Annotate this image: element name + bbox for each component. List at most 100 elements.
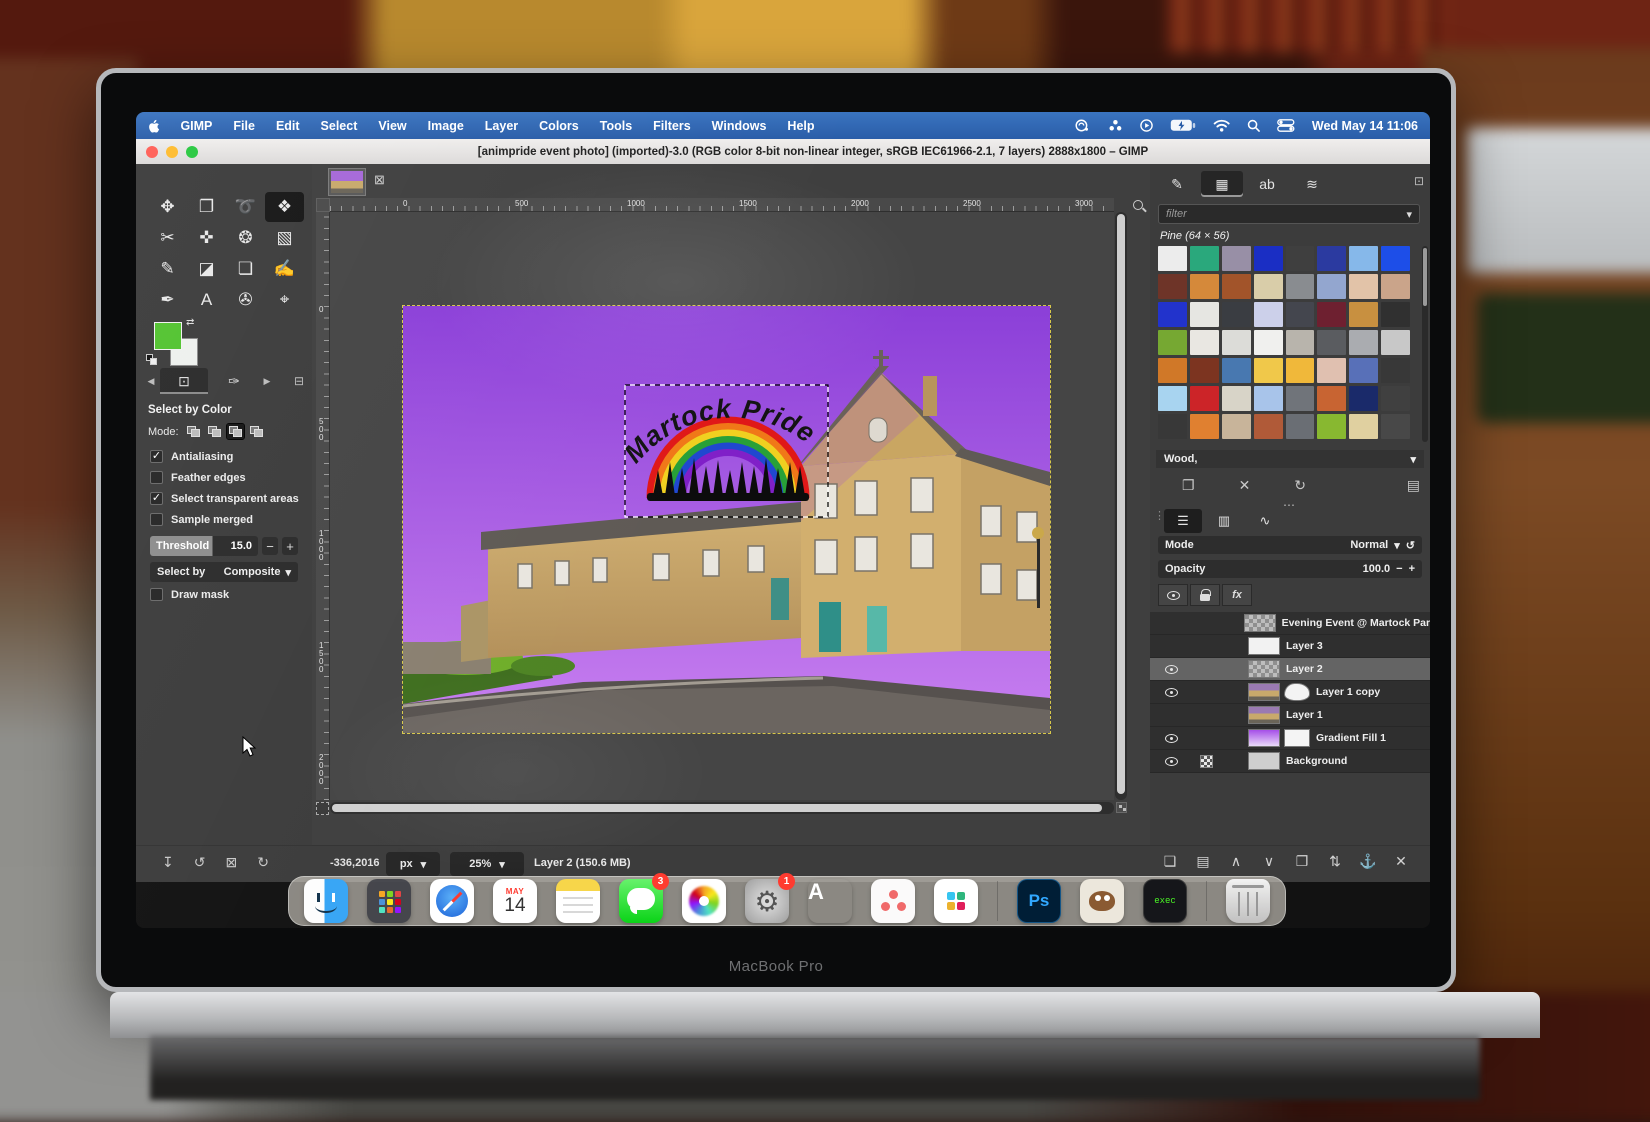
new-group-button[interactable]: ▤ — [1191, 853, 1215, 870]
pattern-swatch[interactable] — [1158, 358, 1187, 383]
pattern-swatch[interactable] — [1222, 358, 1251, 383]
pattern-swatch[interactable] — [1381, 246, 1410, 271]
delete-options-button[interactable]: ⊠ — [225, 854, 237, 871]
layer-visibility-toggle[interactable] — [1156, 665, 1186, 674]
refresh-pattern-button[interactable]: ↻ — [1294, 477, 1306, 494]
pattern-swatch[interactable] — [1286, 414, 1315, 439]
tab-tool-options[interactable]: ⊡ — [160, 368, 208, 394]
selection-mode-add[interactable] — [206, 424, 223, 439]
layer-row[interactable]: Layer 1 — [1150, 704, 1430, 727]
bucket-fill-tool[interactable]: ❂ — [226, 223, 265, 253]
menu-item-tools[interactable]: Tools — [600, 119, 632, 133]
zoom-tool[interactable]: ⌖ — [265, 285, 304, 315]
pattern-swatch[interactable] — [1317, 246, 1346, 271]
crop-tool[interactable]: ✂ — [148, 223, 187, 253]
rectangle-select-tool[interactable]: ❐ — [187, 192, 226, 222]
pattern-swatch[interactable] — [1381, 274, 1410, 299]
text-tool[interactable]: A — [187, 285, 226, 315]
swap-colors-icon[interactable]: ⇄ — [186, 317, 194, 328]
pattern-swatch[interactable] — [1349, 358, 1378, 383]
checkbox-box[interactable] — [150, 513, 163, 526]
pattern-swatch[interactable] — [1190, 302, 1219, 327]
layer-visibility-toggle[interactable] — [1156, 734, 1186, 743]
pattern-swatch[interactable] — [1286, 246, 1315, 271]
minimize-window-button[interactable] — [166, 146, 178, 158]
pattern-swatch[interactable] — [1349, 302, 1378, 327]
layer-row[interactable]: Layer 2 — [1150, 658, 1430, 681]
tab-paths[interactable]: ∿ — [1246, 509, 1284, 533]
layer-row[interactable]: Layer 1 copy — [1150, 681, 1430, 704]
pattern-swatch[interactable] — [1349, 330, 1378, 355]
zoom-ruler-icon[interactable] — [1133, 200, 1143, 210]
pattern-swatch[interactable] — [1349, 414, 1378, 439]
pattern-swatch[interactable] — [1349, 246, 1378, 271]
duplicate-layer-button[interactable]: ❐ — [1290, 853, 1314, 870]
image-tab[interactable] — [328, 168, 366, 196]
selection-mode-subtract[interactable] — [227, 424, 244, 439]
close-window-button[interactable] — [146, 146, 158, 158]
tab-brushes[interactable]: ✎ — [1156, 171, 1198, 197]
dock-photoshop[interactable]: Ps — [1017, 879, 1061, 923]
dock-app-store[interactable]: A — [808, 879, 852, 923]
merge-down-button[interactable]: ⇅ — [1323, 853, 1347, 870]
pattern-swatch[interactable] — [1190, 274, 1219, 299]
pattern-swatch[interactable] — [1158, 274, 1187, 299]
delete-pattern-button[interactable]: ✕ — [1239, 477, 1251, 494]
pattern-swatch[interactable] — [1317, 274, 1346, 299]
layer-visibility-toggle[interactable] — [1156, 688, 1186, 697]
select-by-color-tool[interactable]: ❖ — [265, 192, 304, 222]
effects-button[interactable]: fx — [1222, 584, 1252, 606]
dock-trash[interactable] — [1226, 879, 1270, 923]
pattern-swatch[interactable] — [1190, 330, 1219, 355]
panel-dock-icon[interactable]: ⊟ — [294, 374, 304, 388]
dock-gimp[interactable] — [1080, 879, 1124, 923]
pattern-swatch[interactable] — [1254, 246, 1283, 271]
pattern-filter-input[interactable]: filter ▾ — [1158, 204, 1420, 224]
pattern-swatch[interactable] — [1158, 386, 1187, 411]
dock-asana[interactable] — [871, 879, 915, 923]
pattern-swatch[interactable] — [1158, 414, 1187, 439]
foreground-color-swatch[interactable] — [154, 322, 182, 350]
pattern-swatch[interactable] — [1381, 358, 1410, 383]
reset-options-button[interactable]: ↻ — [257, 854, 269, 871]
mode-reset-icon[interactable]: ↺ — [1406, 539, 1415, 552]
zoom-dropdown[interactable]: 25% ▾ — [450, 852, 524, 876]
pattern-swatch[interactable] — [1222, 330, 1251, 355]
dock-photos[interactable] — [682, 879, 726, 923]
draw-mask-checkbox[interactable] — [150, 588, 163, 601]
threshold-increase-button[interactable]: + — [282, 537, 298, 555]
pattern-swatch[interactable] — [1254, 386, 1283, 411]
visibility-header-button[interactable] — [1158, 584, 1188, 606]
free-select-tool[interactable]: ➰ — [226, 192, 265, 222]
threshold-decrease-button[interactable]: − — [262, 537, 278, 555]
dock-terminal[interactable]: exec — [1143, 879, 1187, 923]
menu-item-edit[interactable]: Edit — [276, 119, 300, 133]
layer-row[interactable]: Evening Event @ Martock Paris — [1150, 612, 1430, 635]
pattern-swatch[interactable] — [1254, 358, 1283, 383]
dock-safari[interactable] — [430, 879, 474, 923]
raise-layer-button[interactable]: ∧ — [1224, 853, 1248, 870]
dock-settings[interactable]: ⚙1 — [745, 879, 789, 923]
threshold-slider[interactable]: Threshold 15.0 — [150, 536, 258, 556]
move-tool[interactable]: ✥ — [148, 192, 187, 222]
open-pattern-button[interactable]: ▤ — [1407, 477, 1420, 494]
checkbox-sample-merged[interactable]: Sample merged — [150, 509, 300, 530]
activity-icon[interactable] — [1074, 119, 1091, 132]
ruler-origin[interactable] — [316, 198, 330, 212]
dock-notes[interactable] — [556, 879, 600, 923]
lock-pixels-button[interactable] — [1190, 584, 1220, 606]
pattern-swatch[interactable] — [1158, 302, 1187, 327]
menu-item-gimp[interactable]: GIMP — [180, 119, 212, 133]
tab-gradients[interactable]: ≋ — [1291, 171, 1333, 197]
play-icon[interactable] — [1140, 119, 1153, 132]
duplicate-pattern-button[interactable]: ❐ — [1182, 477, 1195, 494]
pattern-swatch[interactable] — [1317, 358, 1346, 383]
menu-item-select[interactable]: Select — [321, 119, 358, 133]
undo-options-button[interactable]: ↺ — [194, 854, 206, 871]
clone-tool[interactable]: ❏ — [226, 254, 265, 284]
horizontal-scrollbar[interactable] — [330, 802, 1114, 814]
checkbox-feather-edges[interactable]: Feather edges — [150, 467, 300, 488]
draw-mask-row[interactable]: Draw mask — [150, 588, 229, 601]
checkbox-select-transparent-areas[interactable]: ✓Select transparent areas — [150, 488, 300, 509]
pattern-swatch[interactable] — [1381, 302, 1410, 327]
